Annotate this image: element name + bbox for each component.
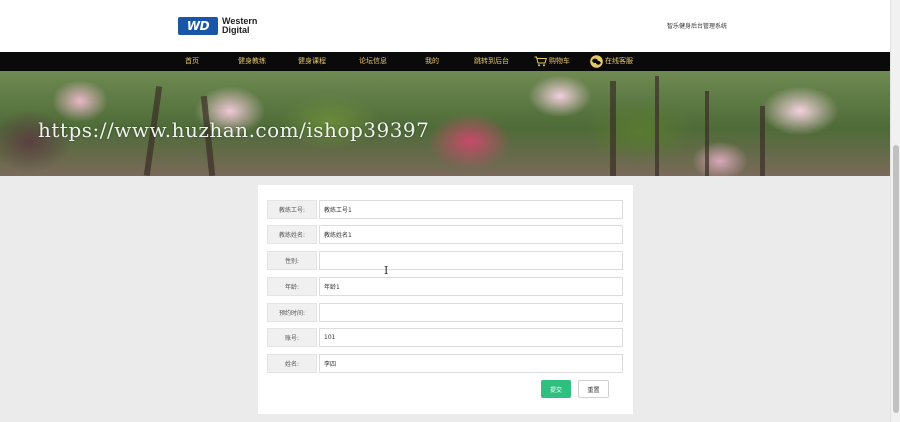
form-row-coach-id: 教练工号: (267, 200, 623, 219)
name-field[interactable] (319, 354, 623, 373)
age-label: 年龄: (267, 277, 317, 296)
coach-id-label: 教练工号: (267, 200, 317, 219)
cart-icon (534, 56, 547, 66)
gender-field[interactable] (319, 251, 623, 270)
form-row-gender: 性别: (267, 251, 623, 270)
form-row-booking-time: 预约时间: (267, 303, 623, 322)
logo-wordmark: Western Digital (222, 17, 257, 35)
coach-id-field[interactable] (319, 200, 623, 219)
nav-support-label: 在线客服 (605, 57, 633, 65)
coach-name-label: 教练姓名: (267, 225, 317, 244)
wd-logo-icon: WD (178, 17, 218, 35)
booking-time-field[interactable] (319, 303, 623, 322)
nav-item-mine[interactable]: 我的 (425, 52, 439, 71)
nav-item-courses[interactable]: 健身课程 (298, 52, 326, 71)
chat-icon (590, 54, 603, 68)
submit-button[interactable]: 提交 (541, 380, 571, 398)
gender-label: 性别: (267, 251, 317, 270)
banner-image: https://www.huzhan.com/ishop39397 (0, 71, 890, 176)
page-scrollbar[interactable] (890, 0, 900, 422)
header: WD Western Digital 智乐健身后台管理系统 (0, 0, 890, 52)
nav-item-home[interactable]: 首页 (185, 52, 199, 71)
account-label: 账号: (267, 328, 317, 347)
reset-button[interactable]: 重置 (578, 380, 609, 398)
coach-name-field[interactable] (319, 225, 623, 244)
nav-item-support[interactable]: 在线客服 (590, 52, 633, 71)
account-field[interactable] (319, 328, 623, 347)
booking-form: 教练工号: 教练姓名: 性别: 年龄: 预约时间: 账号: 姓名: 提交 重置 (258, 185, 633, 414)
tree-trunk (655, 76, 659, 176)
form-row-age: 年龄: (267, 277, 623, 296)
text-cursor-icon: I (384, 264, 389, 277)
main-nav: 首页 健身教练 健身课程 论坛信息 我的 跳转到后台 购物车 在线客服 (0, 52, 890, 71)
nav-item-cart[interactable]: 购物车 (534, 52, 570, 71)
brand-logo[interactable]: WD Western Digital (178, 15, 257, 37)
age-field[interactable] (319, 277, 623, 296)
form-row-account: 账号: (267, 328, 623, 347)
nav-item-admin[interactable]: 跳转到后台 (474, 52, 509, 71)
nav-item-coaches[interactable]: 健身教练 (238, 52, 266, 71)
tree-trunk (760, 106, 765, 176)
tree-trunk (705, 91, 709, 176)
form-row-name: 姓名: (267, 354, 623, 373)
banner-watermark: https://www.huzhan.com/ishop39397 (38, 118, 430, 142)
logo-line-2: Digital (222, 25, 250, 35)
name-label: 姓名: (267, 354, 317, 373)
nav-item-forum[interactable]: 论坛信息 (359, 52, 387, 71)
booking-time-label: 预约时间: (267, 303, 317, 322)
nav-cart-label: 购物车 (549, 57, 570, 65)
tree-trunk (610, 81, 616, 176)
scrollbar-thumb[interactable] (893, 145, 899, 413)
form-row-coach-name: 教练姓名: (267, 225, 623, 244)
system-title: 智乐健身后台管理系统 (667, 23, 728, 30)
